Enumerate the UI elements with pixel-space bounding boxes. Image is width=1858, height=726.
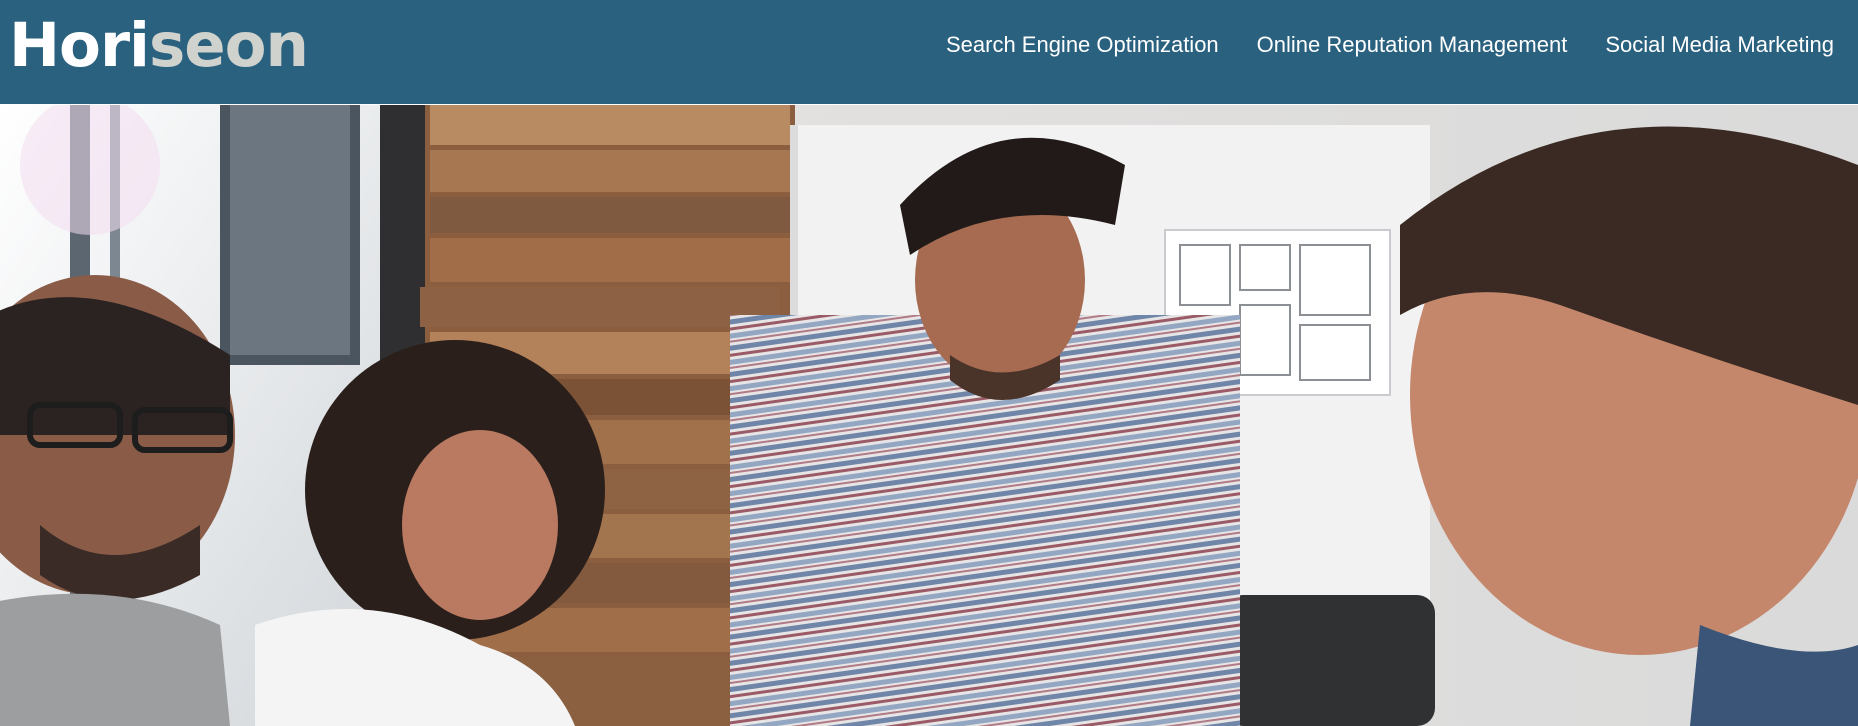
hero-illustration: [0, 105, 1858, 726]
site-logo[interactable]: Horiseon: [9, 6, 309, 86]
nav-link-reputation[interactable]: Online Reputation Management: [1257, 30, 1568, 60]
nav-link-social-media[interactable]: Social Media Marketing: [1605, 30, 1834, 60]
main-nav: Search Engine Optimization Online Reputa…: [946, 30, 1834, 60]
hero-image: [0, 105, 1858, 726]
logo-text-accent: seon: [148, 10, 309, 81]
site-header: Horiseon Search Engine Optimization Onli…: [0, 0, 1858, 104]
logo-text-primary: Hori: [9, 10, 150, 81]
nav-link-seo[interactable]: Search Engine Optimization: [946, 30, 1219, 60]
